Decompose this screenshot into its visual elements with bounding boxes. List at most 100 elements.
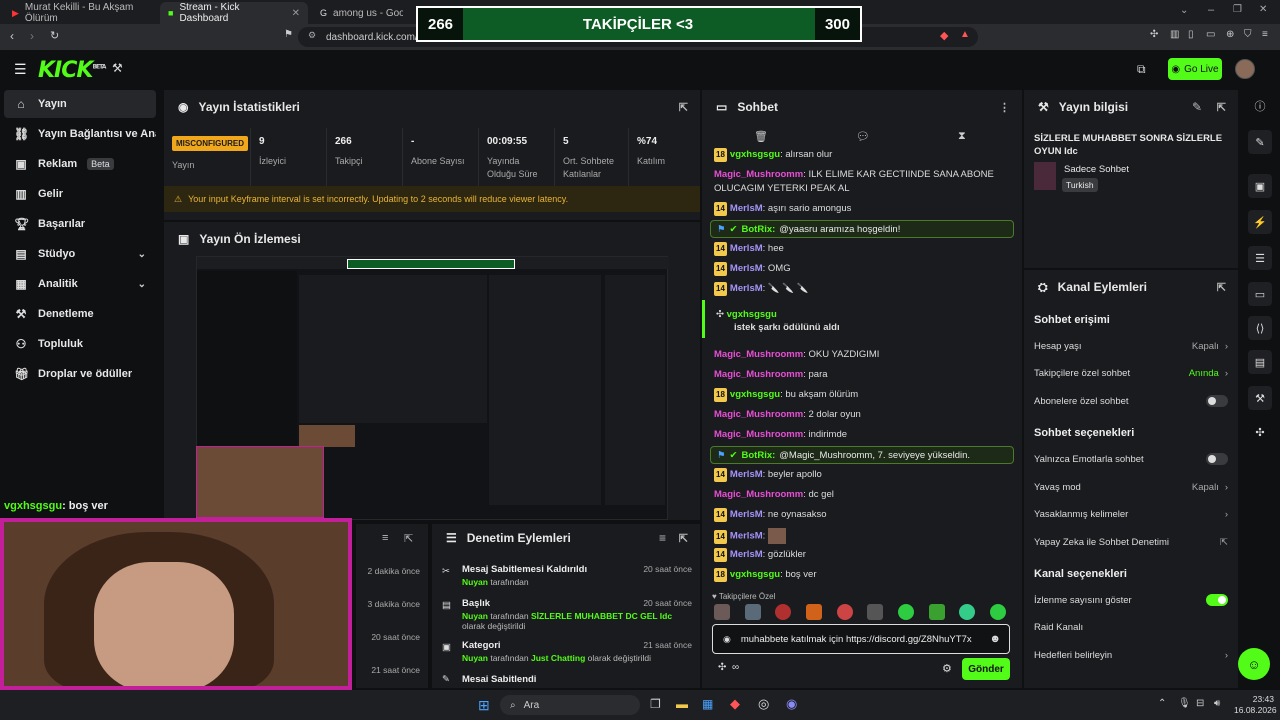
ai-moderation-setting[interactable]: Yapay Zeka ile Sohbet Denetimi ⇱ xyxy=(1034,529,1228,555)
chat-icon[interactable]: ▭ xyxy=(1248,282,1272,306)
emote-button[interactable] xyxy=(805,604,822,620)
maximize-icon[interactable]: ❐ xyxy=(1233,4,1242,15)
popout-icon[interactable]: ⇱ xyxy=(1217,281,1226,294)
emote-button[interactable] xyxy=(714,604,730,620)
popout-icon[interactable]: ⇱ xyxy=(404,532,413,545)
volume-icon[interactable]: 🔊︎ xyxy=(1214,698,1220,709)
taskbar-search[interactable]: ⌕ Ara xyxy=(500,695,640,715)
send-button[interactable]: Gönder xyxy=(962,658,1010,680)
sidebar-item-achievements[interactable]: 🏆︎ Başarılar xyxy=(4,210,156,238)
back-icon[interactable]: ‹ xyxy=(10,29,14,43)
emote-only-toggle[interactable] xyxy=(1206,453,1228,465)
stats-icon[interactable]: ▣ xyxy=(1248,174,1272,198)
popout-icon[interactable]: ⇱ xyxy=(1217,101,1226,114)
log-icon[interactable]: ▤ xyxy=(1248,350,1272,374)
speech-icon[interactable]: 💬︎ xyxy=(856,130,870,143)
popout-icon[interactable]: ⇱ xyxy=(679,532,688,545)
sub-only-toggle[interactable] xyxy=(1206,395,1228,407)
vpn-icon[interactable]: ⊕ xyxy=(1226,29,1234,40)
pin-icon[interactable]: ⚒ xyxy=(112,61,123,75)
forward-icon[interactable]: › xyxy=(30,29,34,43)
go-live-button[interactable]: ◉ Go Live xyxy=(1168,58,1222,80)
emote-button[interactable] xyxy=(744,604,761,620)
wallet-icon[interactable]: ▭ xyxy=(1206,29,1215,40)
sidebar-item-ads[interactable]: ▣ Reklam Beta xyxy=(4,150,156,178)
browser-tab[interactable]: G among us - Google'da Ara xyxy=(312,2,412,24)
account-age-setting[interactable]: Hesap yaşı Kapalı › xyxy=(1034,333,1228,359)
trash-icon[interactable]: 🗑︎ xyxy=(754,130,768,143)
emote-button[interactable] xyxy=(959,604,976,620)
extensions-icon[interactable]: ✣ xyxy=(1150,29,1158,40)
sidebar-item-studio[interactable]: ▤ Stüdyo ⌄ xyxy=(4,240,156,268)
emote-button[interactable] xyxy=(897,604,914,620)
windows-start-icon[interactable]: ⊞ xyxy=(478,697,490,714)
brave-icon[interactable]: ◆ xyxy=(730,696,740,712)
emote-button[interactable] xyxy=(775,604,792,620)
emoji-icon[interactable]: ☻ xyxy=(989,633,1001,645)
network-icon[interactable]: ⊟ xyxy=(1196,698,1204,709)
chat-input[interactable]: ◉ muhabbete katılmak için https://discor… xyxy=(712,624,1010,654)
viewer-count-toggle[interactable] xyxy=(1206,594,1228,606)
slow-mode-setting[interactable]: Yavaş mod Kapalı › xyxy=(1034,474,1228,500)
site-info-icon[interactable]: ⚙ xyxy=(308,30,316,41)
brave-shield-icon[interactable]: ◆ xyxy=(940,29,948,42)
help-icon[interactable]: ⓘ xyxy=(1248,94,1272,118)
sidebar-item-moderation[interactable]: ⚒ Denetleme xyxy=(4,300,156,328)
store-icon[interactable]: ▦ xyxy=(702,697,713,711)
browser-tab-active[interactable]: ■ Stream - Kick Dashboard ✕ xyxy=(160,2,308,24)
rewards-icon[interactable]: ▲ xyxy=(960,29,970,40)
emote-button[interactable] xyxy=(989,604,1006,620)
points-icon[interactable]: ✣ xyxy=(1248,420,1272,444)
tool-icon[interactable]: ⚒ xyxy=(1248,386,1272,410)
menu-icon[interactable]: ≡ xyxy=(1262,29,1268,40)
sidebar-item-analytics[interactable]: ▦ Analitik ⌄ xyxy=(4,270,156,298)
browser-tab[interactable]: ▶ Murat Kekilli - Bu Akşam Ölürüm xyxy=(4,2,164,24)
goals-setting[interactable]: Hedefleri belirleyin › xyxy=(1034,642,1228,668)
tab-list-icon[interactable]: ⌄ xyxy=(1180,5,1188,16)
studio-icon[interactable]: ⧉ xyxy=(1137,62,1146,77)
kick-logo[interactable]: KICKBETA xyxy=(38,58,106,83)
minimize-icon[interactable]: – xyxy=(1208,4,1214,16)
support-button[interactable]: ☺ xyxy=(1238,648,1270,680)
sidebar-item-drops[interactable]: 🎁︎ Droplar ve ödüller xyxy=(4,360,156,388)
close-window-icon[interactable]: ✕ xyxy=(1259,4,1267,15)
list-icon[interactable]: ☰ xyxy=(1248,246,1272,270)
hamburger-menu-icon[interactable]: ☰ xyxy=(14,61,27,78)
edit-icon[interactable]: ✎ xyxy=(1248,130,1272,154)
sidebar-item-stream-key[interactable]: ⛓Yayın Bağlantısı ve Anahtarı xyxy=(4,120,156,148)
edit-icon[interactable]: ✎ xyxy=(1192,100,1202,114)
clock[interactable]: 23:43 16.08.2026 xyxy=(1234,694,1277,716)
more-icon[interactable]: ⋮ xyxy=(999,101,1010,114)
sidebar-item-yayin[interactable]: ⌂ Yayın xyxy=(4,90,156,118)
sidebar-toggle-icon[interactable]: ▥ xyxy=(1170,29,1179,40)
emote-button[interactable] xyxy=(836,604,853,620)
hourglass-icon[interactable]: ⧗ xyxy=(958,130,966,143)
emote-button[interactable] xyxy=(928,604,945,620)
banned-words-setting[interactable]: Yasaklanmış kelimeler › xyxy=(1034,501,1228,527)
shield-icon[interactable]: ⛉ xyxy=(1244,29,1252,40)
popout-icon[interactable]: ⇱ xyxy=(679,101,688,114)
bookmark-icon[interactable]: ⚑ xyxy=(284,29,293,40)
discord-icon[interactable]: ◉ xyxy=(786,696,797,712)
infinity-icon[interactable]: ∞ xyxy=(732,662,739,673)
emote-button[interactable] xyxy=(867,604,884,620)
reload-icon[interactable]: ↻ xyxy=(50,29,59,42)
task-view-icon[interactable]: ❐ xyxy=(650,697,661,711)
settings-icon[interactable]: ⚙ xyxy=(942,662,952,675)
folder-icon[interactable]: ▬ xyxy=(676,697,688,711)
raid-setting[interactable]: Raid Kanalı xyxy=(1034,614,1228,640)
sidebar-item-community[interactable]: ⚇ Topluluk xyxy=(4,330,156,358)
split-view-icon[interactable]: ▯ xyxy=(1188,29,1194,40)
code-icon[interactable]: ⟨⟩ xyxy=(1248,316,1272,340)
mic-icon[interactable]: 🎙︎ xyxy=(1178,698,1191,709)
tray-up-icon[interactable]: ⌃ xyxy=(1158,698,1166,709)
points-icon[interactable]: ✣ xyxy=(718,662,726,673)
avatar[interactable] xyxy=(1235,59,1255,79)
filter-icon[interactable]: ≡ xyxy=(382,532,388,544)
obs-icon[interactable]: ◎ xyxy=(758,696,769,712)
bolt-icon[interactable]: ⚡ xyxy=(1248,210,1272,234)
follower-only-setting[interactable]: Takipçilere özel sohbet Anında › xyxy=(1034,360,1228,386)
filter-icon[interactable]: ≡ xyxy=(659,531,666,545)
close-tab-icon[interactable]: ✕ xyxy=(292,8,300,19)
sidebar-item-revenue[interactable]: ▥ Gelir xyxy=(4,180,156,208)
